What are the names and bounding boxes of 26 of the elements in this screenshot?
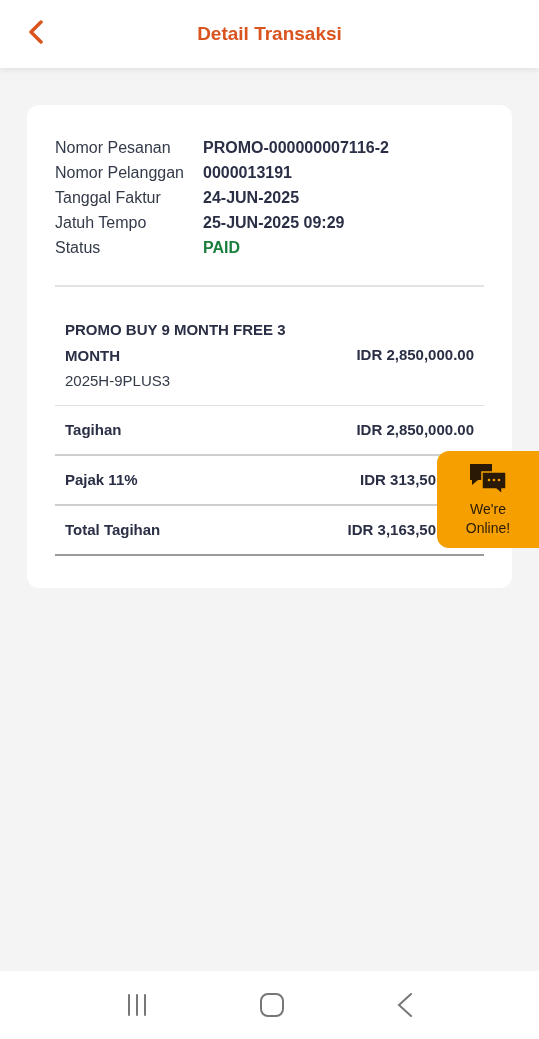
home-icon[interactable] [260,993,285,1017]
total-label: Total Tagihan [65,519,161,540]
recent-apps-icon[interactable] [126,994,149,1016]
info-value: 25-JUN-2025 09:29 [203,212,345,233]
item-amount: IDR 2,850,000.00 [356,344,474,365]
info-label: Status [55,237,102,258]
info-value: 0000013191 [203,162,292,183]
total-label: Tagihan [65,419,122,440]
total-amount: IDR 3,163,50 [347,519,436,540]
info-label: Nomor Pelanggan [55,162,185,183]
page-title: Detail Transaksi [197,21,342,46]
item-code: 2025H-9PLUS3 [65,371,172,391]
info-value: 24-JUN-2025 [203,187,300,208]
info-label: Jatuh Tempo [55,212,148,233]
total-amount: IDR 2,850,000.00 [356,419,474,440]
total-label: Pajak 11% [65,469,138,490]
chat-widget[interactable]: We're Online! [437,451,539,548]
back-icon[interactable] [396,993,413,1017]
item-name: PROMO BUY 9 MONTH FREE 3 MONTH [65,320,287,366]
info-value: PAID [203,237,241,258]
info-label: Tanggal Faktur [55,187,162,208]
info-label: Nomor Pesanan [55,137,172,158]
chat-icon [468,461,508,496]
total-amount: IDR 313,50 [360,469,436,490]
info-value: PROMO-000000007116-2 [203,137,389,158]
back-icon [28,20,44,44]
